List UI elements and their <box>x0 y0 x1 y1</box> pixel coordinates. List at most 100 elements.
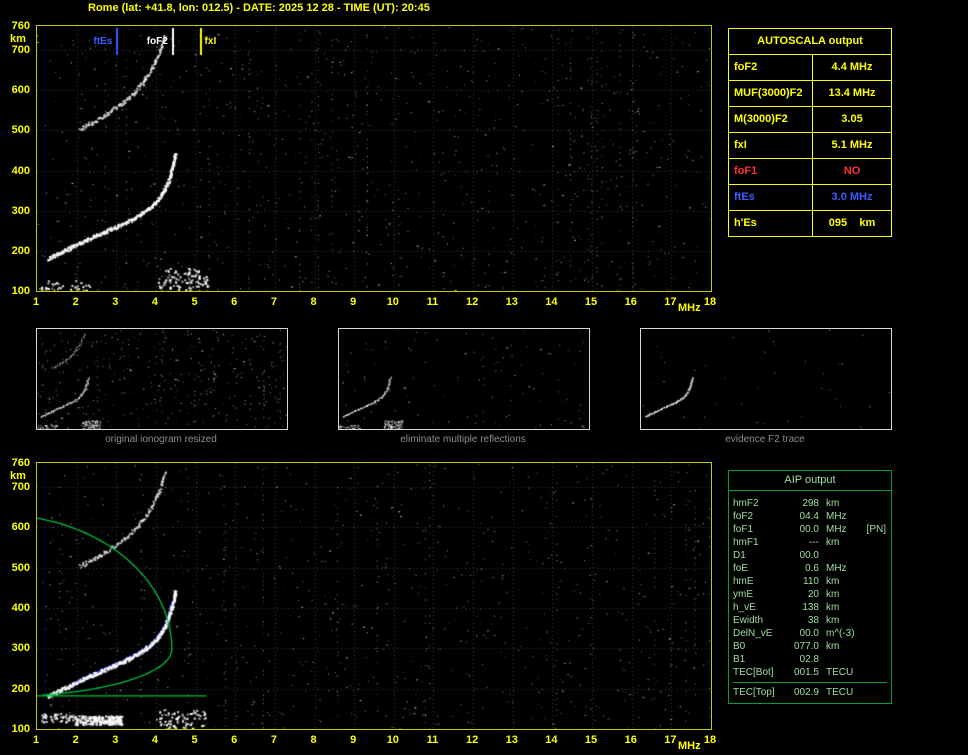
autoscala-window: Rome (lat: +41.8, lon: 012.5) - DATE: 20… <box>0 0 968 755</box>
autoscala-row-value: 3.0 MHz <box>831 191 873 203</box>
aip-row-value: 0.6 <box>805 563 819 574</box>
aip-row-unit: TECU <box>826 667 854 678</box>
aip-row-value: 02.8 <box>799 654 819 665</box>
aip-row-value: 138 <box>802 602 819 613</box>
autoscala-row-label: ftEs <box>729 185 813 210</box>
x-tick-label: 6 <box>231 734 238 746</box>
aip-row: hmE 110 km <box>733 575 887 588</box>
ionogram-plot-bottom <box>36 462 712 730</box>
ionogram-canvas-bottom <box>37 463 711 729</box>
aip-row-name: Ewidth <box>733 615 764 626</box>
x-tick-label: 6 <box>231 296 238 308</box>
x-tick-label: 12 <box>465 734 479 746</box>
aip-row-name: B0 <box>733 641 746 652</box>
x-tick-label: 13 <box>505 296 518 308</box>
aip-row: ymE 20 km <box>733 588 887 601</box>
aip-row-name: foF1 <box>733 524 754 535</box>
x-axis-unit-mhz: MHz <box>678 740 701 752</box>
x-tick-label: 1 <box>32 734 40 746</box>
aip-row-name: hmE <box>733 576 754 587</box>
aip-row-value: 001.5 <box>793 667 819 678</box>
autoscala-row-value: NO <box>843 165 861 177</box>
y-tick-label: 600 <box>11 84 30 97</box>
aip-row: h_vE 138 km <box>733 601 887 614</box>
autoscala-row-label: foF1 <box>729 159 813 184</box>
aip-row-extra <box>860 588 887 601</box>
thumb-no-multiples-canvas <box>339 329 589 429</box>
x-tick-label: 16 <box>624 296 637 308</box>
marker-label-fxI: fxI <box>204 36 217 47</box>
aip-row-value: 110 <box>803 576 819 587</box>
caption-eliminate-reflections: eliminate multiple reflections <box>400 434 526 445</box>
aip-row-unit: MHz <box>826 563 847 574</box>
aip-row-extra <box>860 549 887 562</box>
x-tick-label: 3 <box>112 296 119 308</box>
autoscala-row: MUF(3000)F2 13.4 MHz <box>729 81 891 107</box>
autoscala-row-value: 4.4 MHz <box>831 61 873 73</box>
thumb-original-ionogram <box>36 328 288 430</box>
aip-row-extra <box>860 601 887 614</box>
x-tick-label: 11 <box>426 734 439 746</box>
x-tick-label: 14 <box>545 734 558 746</box>
aip-row-extra <box>860 666 887 679</box>
x-tick-label: 2 <box>72 296 79 308</box>
x-tick-label: 5 <box>191 296 198 308</box>
aip-row-name: hmF2 <box>733 498 759 509</box>
header-title: Rome (lat: +41.8, lon: 012.5) - DATE: 20… <box>88 2 430 14</box>
aip-row-value: 38 <box>807 615 819 626</box>
thumb-original-canvas <box>37 329 287 429</box>
aip-row-extra <box>860 686 887 699</box>
aip-row-extra <box>860 627 887 640</box>
aip-row: hmF2 298 km <box>733 497 887 510</box>
aip-row-value: --- <box>809 537 819 548</box>
aip-row: hmF1 --- km <box>733 536 887 549</box>
autoscala-row-label: h'Es <box>729 211 813 236</box>
y-tick-label: 400 <box>11 164 30 177</box>
aip-row-extra <box>860 653 887 666</box>
aip-row-name: foF2 <box>733 511 754 522</box>
y-tick-label: 400 <box>11 602 30 615</box>
y-tick-label: 500 <box>11 561 30 574</box>
aip-row-name: h_vE <box>733 602 756 613</box>
aip-row-name: ymE <box>733 589 753 600</box>
aip-row-name: B1 <box>733 654 746 665</box>
x-tick-label: 4 <box>151 296 158 308</box>
autoscala-row-label: fxI <box>729 133 813 158</box>
x-tick-label: 9 <box>350 296 357 308</box>
autoscala-title: AUTOSCALA output <box>729 29 891 55</box>
aip-row-tec-top: TEC[Top] 002.9 TECU <box>733 686 887 699</box>
aip-row-unit <box>826 549 860 562</box>
autoscala-row: fxI 5.1 MHz <box>729 133 891 159</box>
aip-output-table: AIP output hmF2 298 km foF2 04.4 MHz foF1 00.0 M… <box>728 470 892 704</box>
y-tick-label: 300 <box>11 204 30 217</box>
aip-row-unit: MHz <box>826 524 847 535</box>
autoscala-row-value: 3.05 <box>841 113 863 125</box>
aip-row-unit: TECU <box>826 687 854 698</box>
aip-row-name: hmF1 <box>733 537 759 548</box>
aip-row-unit: km <box>826 498 840 509</box>
x-tick-label: 9 <box>350 734 357 746</box>
aip-row: Ewidth 38 km <box>733 614 887 627</box>
autoscala-row: M(3000)F2 3.05 <box>729 107 891 133</box>
x-tick-label: 2 <box>72 734 79 746</box>
aip-row-unit: km <box>826 641 840 652</box>
x-tick-label: 13 <box>505 734 518 746</box>
aip-row-unit: m^(-3) <box>826 628 855 639</box>
y-tick-label: 500 <box>11 124 30 137</box>
y-tick-label: 700 <box>11 481 30 494</box>
aip-row-extra <box>860 640 887 653</box>
x-tick-label: 12 <box>465 296 479 308</box>
x-tick-label: 7 <box>270 296 277 308</box>
caption-evidence-f2: evidence F2 trace <box>725 434 805 445</box>
aip-row-value: 002.9 <box>793 687 819 698</box>
aip-title: AIP output <box>729 471 891 491</box>
x-tick-label: 15 <box>584 296 598 308</box>
aip-row: DelN_vE 00.0 m^(-3) <box>733 627 887 640</box>
aip-row-value: 00.0 <box>799 550 819 561</box>
marker-label-ftEs: ftEs <box>93 36 113 47</box>
y-tick-label: 760 <box>11 457 30 469</box>
aip-row: B0 077.0 km <box>733 640 887 653</box>
x-tick-label: 14 <box>545 296 558 308</box>
y-tick-label: 200 <box>11 244 30 257</box>
ionogram-plot-top: ftEs foF2 fxI <box>36 25 712 292</box>
